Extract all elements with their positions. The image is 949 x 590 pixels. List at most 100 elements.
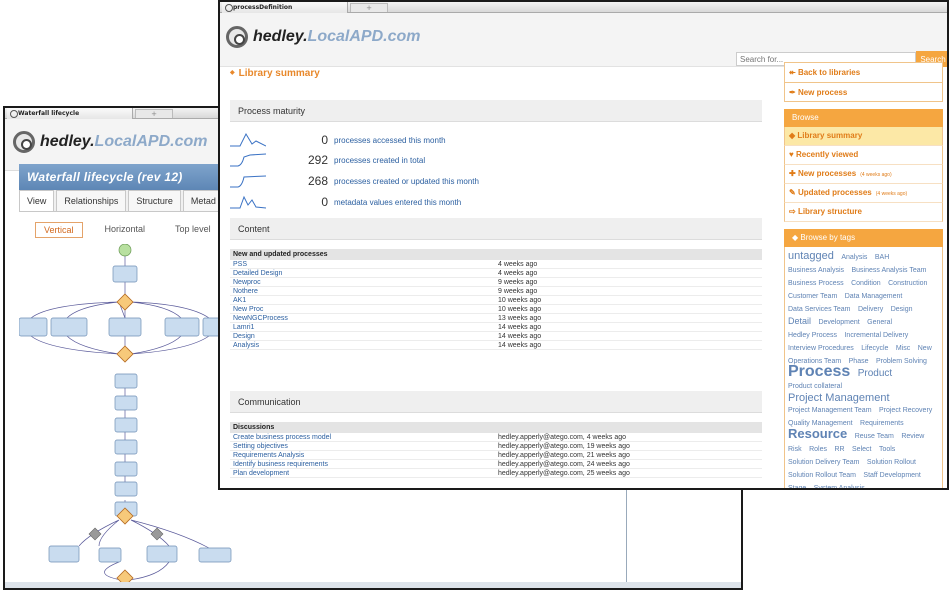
process-link[interactable]: Detailed Design — [230, 269, 498, 277]
browse-new-processes[interactable]: ✚ New processes (4 weeks ago) — [784, 165, 943, 184]
tag-link[interactable]: Analysis — [841, 254, 867, 261]
tag-link[interactable]: Business Analysis — [788, 267, 844, 274]
tag-link[interactable]: Solution Delivery Team — [788, 459, 859, 466]
tag-link[interactable]: Business Process — [788, 280, 844, 287]
browse-library-structure[interactable]: ⇨ Library structure — [784, 203, 943, 222]
process-date: 9 weeks ago — [498, 279, 538, 286]
discussion-link[interactable]: Identify business requirements — [230, 460, 498, 468]
process-date: 14 weeks ago — [498, 324, 542, 331]
metric-label[interactable]: processes accessed this month — [334, 136, 446, 145]
discussion-meta: hedley.apperly@atego.com, 4 weeks ago — [498, 434, 626, 441]
site-header: hedley.LocalAPD.com Search — [220, 13, 947, 67]
tag-link[interactable]: Roles — [809, 446, 827, 453]
new-process-link[interactable]: ✒ New process — [784, 82, 943, 102]
tag-link[interactable]: Lifecycle — [861, 345, 888, 352]
process-link[interactable]: New Proc — [230, 305, 498, 313]
table-heading: Discussions — [230, 422, 762, 433]
tag-link[interactable]: Delivery — [858, 306, 883, 313]
tag-link[interactable]: Interview Procedures — [788, 345, 854, 352]
brand-domain: LocalAPD.com — [94, 133, 208, 150]
tag-link[interactable]: Detail — [788, 316, 811, 326]
tag-link[interactable]: Solution Rollout Team — [788, 472, 856, 479]
tag-link[interactable]: Phase — [849, 358, 869, 365]
metric-label[interactable]: processes created in total — [334, 156, 425, 165]
table-row: PSS 4 weeks ago — [230, 260, 762, 269]
tag-link[interactable]: Development — [818, 319, 859, 326]
process-link[interactable]: Design — [230, 332, 498, 340]
tag-link[interactable]: Business Analysis Team — [851, 267, 926, 274]
process-date: 10 weeks ago — [498, 306, 542, 313]
tag-link[interactable]: Incremental Delivery — [844, 332, 908, 339]
new-tab-button[interactable]: + — [350, 3, 388, 12]
content-heading: Content — [230, 218, 762, 240]
discussion-link[interactable]: Create business process model — [230, 433, 498, 441]
subtab-top-level[interactable]: Top level — [167, 222, 219, 238]
tag-link[interactable]: Process — [788, 363, 850, 380]
tag-link[interactable]: Select — [852, 446, 871, 453]
tab-relationships[interactable]: Relationships — [56, 190, 127, 211]
tag-link[interactable]: Project Management — [788, 392, 890, 404]
browse-by-tags-heading: ◆ Browse by tags — [784, 229, 943, 247]
discussion-meta: hedley.apperly@atego.com, 19 weeks ago — [498, 443, 630, 450]
tag-link[interactable]: Resource — [788, 426, 847, 441]
process-maturity-heading: Process maturity — [230, 100, 762, 122]
table-row: Requirements Analysis hedley.apperly@ateg… — [230, 451, 762, 460]
tag-link[interactable]: Stage — [788, 485, 806, 488]
brand[interactable]: hedley.LocalAPD.com — [226, 26, 420, 48]
tag-link[interactable]: Customer Team — [788, 293, 837, 300]
tag-link[interactable]: Condition — [851, 280, 881, 287]
process-link[interactable]: Newproc — [230, 278, 498, 286]
back-to-libraries-link[interactable]: ↞ Back to libraries — [784, 62, 943, 82]
tag-link[interactable]: Staff Development — [863, 472, 920, 479]
tag-link[interactable]: RR — [834, 446, 844, 453]
tag-link[interactable]: Construction — [888, 280, 927, 287]
tag-link[interactable]: Hedley Process — [788, 332, 837, 339]
tag-link[interactable]: New — [918, 345, 932, 352]
browse-library-summary[interactable]: ◆ Library summary — [784, 127, 943, 146]
brand[interactable]: hedley.LocalAPD.com — [13, 131, 207, 153]
process-link[interactable]: NewNGCProcess — [230, 314, 498, 322]
process-link[interactable]: PSS — [230, 260, 498, 268]
discussion-link[interactable]: Setting objectives — [230, 442, 498, 450]
process-link[interactable]: AK1 — [230, 296, 498, 304]
tag-link[interactable]: Project Management Team — [788, 407, 872, 414]
process-link[interactable]: Nothere — [230, 287, 498, 295]
tag-link[interactable]: Data Management — [845, 293, 903, 300]
subtab-horizontal[interactable]: Horizontal — [97, 222, 154, 238]
browser-tab-process-definition[interactable]: processDefinition — [222, 2, 348, 13]
tag-link[interactable]: Product collateral — [788, 383, 842, 390]
tag-link[interactable]: General — [867, 319, 892, 326]
browse-updated-processes[interactable]: ✎ Updated processes (4 weeks ago) — [784, 184, 943, 203]
tag-link[interactable]: Design — [891, 306, 913, 313]
tag-link[interactable]: Tools — [879, 446, 895, 453]
new-tab-button[interactable]: + — [135, 109, 173, 118]
sparkline-icon — [230, 195, 266, 209]
metric-label[interactable]: metadata values entered this month — [334, 198, 461, 207]
table-row: Identify business requirements hedley.app… — [230, 460, 762, 469]
discussion-link[interactable]: Requirements Analysis — [230, 451, 498, 459]
tag-link[interactable]: Risk — [788, 446, 802, 453]
process-link[interactable]: Lamri1 — [230, 323, 498, 331]
tag-link[interactable]: System Analysis — [814, 485, 865, 488]
tag-link[interactable]: Review — [901, 433, 924, 440]
tag-link[interactable]: Misc — [896, 345, 910, 352]
tag-link[interactable]: Reuse Team — [855, 433, 894, 440]
tag-link[interactable]: Project Recovery — [879, 407, 932, 414]
new-updated-processes-table: New and updated processes PSS 4 weeks ago… — [230, 249, 762, 350]
tag-link[interactable]: Problem Solving — [876, 358, 927, 365]
tag-link[interactable]: Product — [858, 368, 892, 379]
subtab-vertical[interactable]: Vertical — [35, 222, 83, 238]
process-link[interactable]: Analysis — [230, 341, 498, 349]
tab-structure[interactable]: Structure — [128, 190, 181, 211]
tag-link[interactable]: untagged — [788, 250, 834, 262]
tab-view[interactable]: View — [19, 190, 55, 211]
tag-link[interactable]: Solution Rollout — [867, 459, 916, 466]
tag-link[interactable]: Requirements — [860, 420, 904, 427]
metric-label[interactable]: processes created or updated this month — [334, 177, 479, 186]
tag-link[interactable]: BAH — [875, 254, 889, 261]
browse-recently-viewed[interactable]: ♥ Recently viewed — [784, 146, 943, 165]
browser-tab-waterfall[interactable]: Waterfall lifecycle — [7, 108, 133, 119]
tag-link[interactable]: Data Services Team — [788, 306, 851, 313]
discussion-link[interactable]: Plan development — [230, 469, 498, 477]
metric-created-total: 292 processes created in total — [230, 150, 425, 170]
